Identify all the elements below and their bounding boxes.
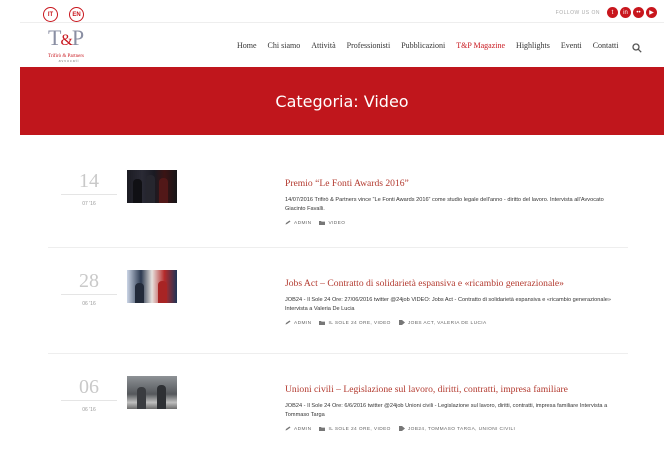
post-divider [48, 353, 628, 354]
tag-icon [398, 320, 405, 325]
post-divider [48, 247, 628, 248]
twitter-icon[interactable]: t [607, 7, 618, 18]
site-header: T&P Trifirò & Partners avvocati Home Chi… [20, 22, 664, 67]
linkedin-icon[interactable]: in [620, 7, 631, 18]
page: IT EN FOLLOW US ON t in •• ▶ T&P Trifirò… [20, 0, 664, 458]
post-title[interactable]: Jobs Act – Contratto di solidarietà espa… [285, 278, 615, 290]
date-divider [61, 294, 117, 295]
post-item: 06 06 '16 Unioni civili – Legislazione s… [48, 366, 628, 458]
post-month: 06 '16 [82, 407, 96, 413]
logo-subtitle: avvocati [58, 59, 80, 63]
nav-item-professionisti[interactable]: Professionisti [341, 41, 396, 50]
pencil-icon [285, 320, 291, 325]
post-thumbnail[interactable] [127, 376, 177, 409]
post-tags[interactable]: JOBS ACT, VALERIA DE LUCIA [398, 320, 487, 326]
post-categories-label: IL SOLE 24 ORE, VIDEO [328, 320, 391, 326]
lang-it-button[interactable]: IT [43, 7, 58, 22]
post-thumbnail[interactable] [127, 270, 177, 303]
post-categories[interactable]: VIDEO [319, 220, 345, 226]
post-categories[interactable]: IL SOLE 24 ORE, VIDEO [319, 426, 390, 432]
logo-mark: T&P [48, 25, 84, 50]
youtube-icon[interactable]: ▶ [646, 7, 657, 18]
follow-us-label: FOLLOW US ON [555, 10, 600, 16]
post-author-label: ADMIN [294, 426, 312, 432]
post-excerpt: JOB24 - Il Sole 24 Ore: 27/06/2016 twitt… [285, 297, 611, 312]
post-date: 28 06 '16 [61, 270, 117, 307]
post-title[interactable]: Premio “Le Fonti Awards 2016” [285, 178, 615, 190]
nav-item-eventi[interactable]: Eventi [555, 41, 587, 50]
post-author-label: ADMIN [294, 320, 312, 326]
post-author[interactable]: ADMIN [285, 320, 311, 326]
search-icon[interactable] [632, 40, 642, 53]
post-author-label: ADMIN [294, 220, 312, 226]
post-month: 06 '16 [82, 301, 96, 307]
folder-icon [319, 426, 326, 431]
folder-icon [319, 220, 326, 225]
nav-item-tp-magazine[interactable]: T&P Magazine [451, 41, 511, 50]
flickr-icon[interactable]: •• [633, 7, 644, 18]
post-excerpt: 14/07/2016 Trifirò & Partners vince “Le … [285, 197, 604, 212]
post-meta: ADMIN VIDEO [285, 220, 615, 226]
page-title: Categoria: Video [275, 91, 409, 111]
post-author[interactable]: ADMIN [285, 220, 311, 226]
post-item: 14 07 '16 Premio “Le Fonti Awards 2016” … [48, 160, 628, 245]
lang-en-button[interactable]: EN [69, 7, 84, 22]
tag-icon [398, 426, 405, 431]
nav-item-attivita[interactable]: Attività [306, 41, 341, 50]
folder-icon [319, 320, 326, 325]
post-body: Jobs Act – Contratto di solidarietà espa… [285, 278, 615, 326]
post-day: 14 [79, 170, 99, 192]
post-month: 07 '16 [82, 201, 96, 207]
post-tags[interactable]: JOB24, TOMMASO TARGA, UNIONI CIVILI [398, 426, 516, 432]
nav-item-contatti[interactable]: Contatti [587, 41, 624, 50]
category-banner: Categoria: Video [20, 67, 664, 135]
post-body: Unioni civili – Legislazione sul lavoro,… [285, 384, 615, 432]
nav-item-chi-siamo[interactable]: Chi siamo [262, 41, 306, 50]
post-categories-label: VIDEO [328, 220, 346, 226]
nav-item-home[interactable]: Home [231, 41, 262, 50]
nav-item-highlights[interactable]: Highlights [511, 41, 556, 50]
pencil-icon [285, 426, 291, 431]
post-categories-label: IL SOLE 24 ORE, VIDEO [328, 426, 391, 432]
nav-item-pubblicazioni[interactable]: Pubblicazioni [396, 41, 451, 50]
post-categories[interactable]: IL SOLE 24 ORE, VIDEO [319, 320, 390, 326]
pencil-icon [285, 220, 291, 225]
post-day: 28 [79, 270, 99, 292]
post-date: 14 07 '16 [61, 170, 117, 207]
main-nav: Home Chi siamo Attività Professionisti P… [231, 41, 624, 50]
post-item: 28 06 '16 Jobs Act – Contratto di solida… [48, 260, 628, 350]
post-body: Premio “Le Fonti Awards 2016” 14/07/2016… [285, 178, 615, 226]
post-author[interactable]: ADMIN [285, 426, 311, 432]
date-divider [61, 400, 117, 401]
post-title[interactable]: Unioni civili – Legislazione sul lavoro,… [285, 384, 615, 396]
post-meta: ADMIN IL SOLE 24 ORE, VIDEO JOBS ACT, VA… [285, 320, 615, 326]
post-tags-label: JOBS ACT, VALERIA DE LUCIA [407, 320, 487, 326]
date-divider [61, 194, 117, 195]
post-thumbnail[interactable] [127, 170, 177, 203]
post-excerpt: JOB24 - Il Sole 24 Ore: 6/6/2016 twitter… [285, 403, 608, 418]
post-day: 06 [79, 376, 99, 398]
post-date: 06 06 '16 [61, 376, 117, 413]
post-tags-label: JOB24, TOMMASO TARGA, UNIONI CIVILI [407, 426, 516, 432]
site-logo[interactable]: T&P Trifirò & Partners avvocati [48, 27, 90, 65]
post-meta: ADMIN IL SOLE 24 ORE, VIDEO JOB24, TOMMA… [285, 426, 615, 432]
